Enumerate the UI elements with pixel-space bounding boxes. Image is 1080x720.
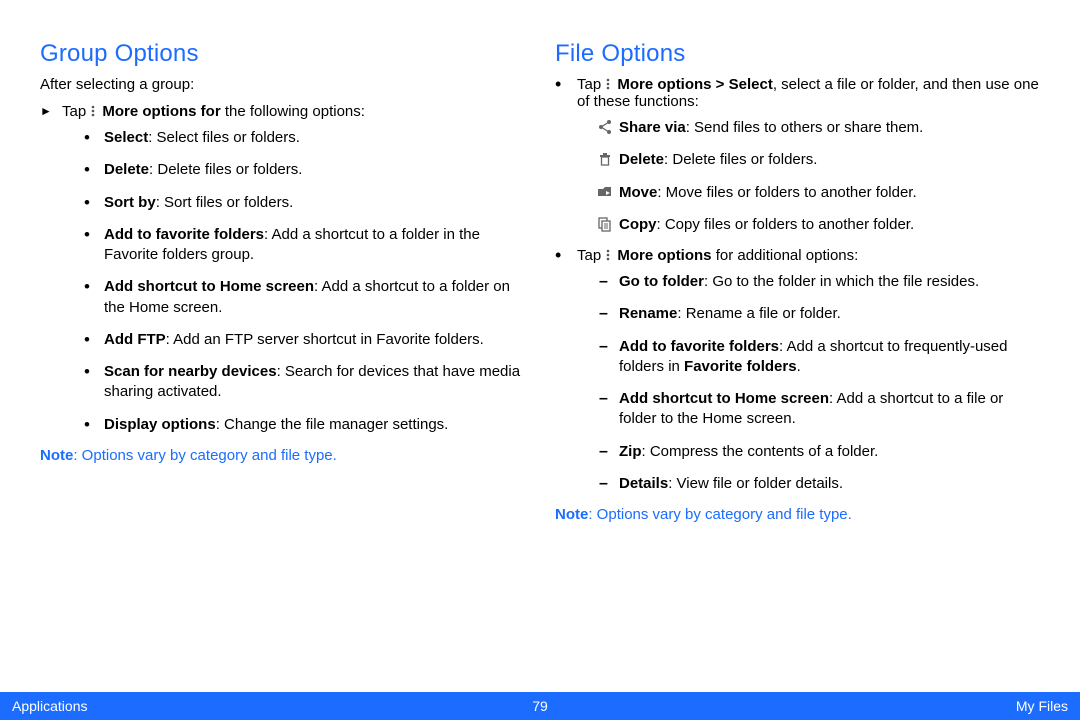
group-options-list: Select: Select files or folders. Delete:…	[84, 128, 525, 435]
option-add-ftp: Add FTP: Add an FTP server shortcut in F…	[84, 330, 525, 350]
option-add-favorite: Add to favorite folders: Add a shortcut …	[84, 225, 525, 266]
group-intro: After selecting a group:	[40, 76, 525, 93]
content-area: Group Options After selecting a group: T…	[0, 0, 1080, 692]
more-options-icon	[605, 248, 617, 262]
note-text: : Options vary by category and file type…	[588, 506, 851, 523]
label: Copy	[619, 216, 657, 233]
note-label: Note	[555, 506, 588, 523]
desc: : View file or folder details.	[668, 475, 843, 492]
file-tap-more: Tap More options for additional options:…	[555, 247, 1040, 494]
more-select-label: More options > Select	[617, 76, 772, 93]
option-delete: Delete: Delete files or folders.	[84, 160, 525, 180]
label: Share via	[619, 119, 686, 136]
move-icon	[597, 184, 613, 200]
option-sort-by: Sort by: Sort files or folders.	[84, 193, 525, 213]
more-options-icon	[90, 104, 102, 118]
option-add-shortcut-home: Add shortcut to Home screen: Add a short…	[599, 389, 1040, 430]
page: Group Options After selecting a group: T…	[0, 0, 1080, 720]
left-column: Group Options After selecting a group: T…	[40, 40, 525, 692]
option-select: Select: Select files or folders.	[84, 128, 525, 148]
footer-left: Applications	[12, 698, 532, 714]
desc: : Move files or folders to another folde…	[657, 184, 916, 201]
option-zip: Zip: Compress the contents of a folder.	[599, 442, 1040, 462]
trash-icon	[597, 151, 613, 167]
label: Rename	[619, 305, 677, 322]
label: Display options	[104, 416, 216, 433]
footer-page-number: 79	[532, 698, 548, 714]
file-tap-select: Tap More options > Select, select a file…	[555, 76, 1040, 235]
note-label: Note	[40, 447, 73, 464]
bold-tail: Favorite folders	[684, 358, 797, 375]
label: Sort by	[104, 194, 156, 211]
option-rename: Rename: Rename a file or folder.	[599, 304, 1040, 324]
option-add-favorite-folders: Add to favorite folders: Add a shortcut …	[599, 337, 1040, 378]
label: Zip	[619, 443, 642, 460]
file-additional-list: Go to folder: Go to the folder in which …	[599, 272, 1040, 494]
tap-suffix: for additional options:	[712, 247, 859, 264]
file-options-list: Tap More options > Select, select a file…	[555, 76, 1040, 494]
label: Select	[104, 129, 148, 146]
note-text: : Options vary by category and file type…	[73, 447, 336, 464]
label: Add to favorite folders	[104, 226, 264, 243]
label: Delete	[619, 151, 664, 168]
file-action-share: Share via: Send files to others or share…	[599, 118, 1040, 138]
desc: : Add an FTP server shortcut in Favorite…	[166, 331, 484, 348]
heading-file-options: File Options	[555, 40, 1040, 68]
label: Go to folder	[619, 273, 704, 290]
copy-icon	[597, 216, 613, 232]
file-action-delete: Delete: Delete files or folders.	[599, 150, 1040, 170]
desc: : Go to the folder in which the file res…	[704, 273, 979, 290]
desc: : Compress the contents of a folder.	[642, 443, 879, 460]
tap-prefix: Tap	[62, 103, 90, 120]
desc: : Sort files or folders.	[156, 194, 294, 211]
label: Details	[619, 475, 668, 492]
desc: : Change the file manager settings.	[216, 416, 449, 433]
tap-prefix: Tap	[577, 247, 605, 264]
group-tap-item: Tap More options for the following optio…	[40, 103, 525, 435]
desc: : Send files to others or share them.	[686, 119, 924, 136]
desc: : Rename a file or folder.	[677, 305, 840, 322]
footer-right: My Files	[548, 698, 1068, 714]
desc: : Delete files or folders.	[664, 151, 817, 168]
label: Add shortcut to Home screen	[104, 278, 314, 295]
file-action-copy: Copy: Copy files or folders to another f…	[599, 215, 1040, 235]
tap-suffix: the following options:	[221, 103, 365, 120]
more-options-icon	[605, 77, 617, 91]
desc-post: .	[797, 358, 801, 375]
file-action-move: Move: Move files or folders to another f…	[599, 183, 1040, 203]
group-note: Note: Options vary by category and file …	[40, 447, 525, 464]
more-opts-label: More options	[617, 247, 711, 264]
label: Add to favorite folders	[619, 338, 779, 355]
more-options-label: More options for	[102, 103, 220, 120]
label: Scan for nearby devices	[104, 363, 277, 380]
option-display-options: Display options: Change the file manager…	[84, 415, 525, 435]
desc: : Select files or folders.	[148, 129, 300, 146]
footer-bar: Applications 79 My Files	[0, 692, 1080, 720]
tap-prefix: Tap	[577, 76, 605, 93]
group-tap-list: Tap More options for the following optio…	[40, 103, 525, 435]
file-icon-list: Share via: Send files to others or share…	[599, 118, 1040, 235]
option-go-to-folder: Go to folder: Go to the folder in which …	[599, 272, 1040, 292]
heading-group-options: Group Options	[40, 40, 525, 68]
desc: : Delete files or folders.	[149, 161, 302, 178]
label: Add shortcut to Home screen	[619, 390, 829, 407]
label: Delete	[104, 161, 149, 178]
option-scan-nearby: Scan for nearby devices: Search for devi…	[84, 362, 525, 403]
right-column: File Options Tap More options > Select, …	[555, 40, 1040, 692]
label: Add FTP	[104, 331, 166, 348]
share-icon	[597, 119, 613, 135]
option-details: Details: View file or folder details.	[599, 474, 1040, 494]
file-note: Note: Options vary by category and file …	[555, 506, 1040, 523]
option-add-shortcut-home: Add shortcut to Home screen: Add a short…	[84, 277, 525, 318]
label: Move	[619, 184, 657, 201]
desc: : Copy files or folders to another folde…	[657, 216, 915, 233]
